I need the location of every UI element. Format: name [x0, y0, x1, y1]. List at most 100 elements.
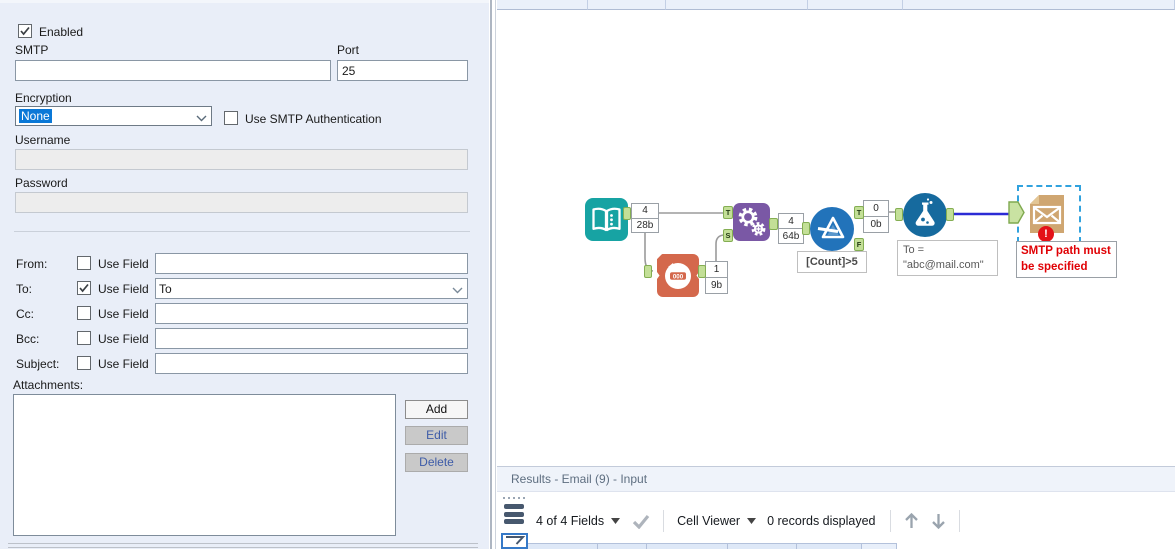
data-size: 0b — [870, 219, 882, 230]
attachments-listbox[interactable] — [13, 394, 396, 536]
email-input-anchor[interactable] — [1008, 201, 1025, 224]
attachments-label: Attachments: — [13, 378, 84, 392]
bcc-label: Bcc: — [16, 332, 40, 346]
cc-input[interactable] — [155, 303, 468, 324]
panel-canvas-splitter[interactable] — [490, 0, 492, 549]
subject-label: Subject: — [16, 357, 60, 371]
record-count-box: 4 64b — [778, 213, 804, 244]
use-smtp-auth-checkbox[interactable] — [224, 111, 238, 125]
use-smtp-auth-label: Use SMTP Authentication — [245, 112, 382, 126]
text-input-icon — [592, 207, 621, 232]
cc-label: Cc: — [16, 307, 34, 321]
to-field-dropdown[interactable]: To — [155, 278, 468, 299]
encryption-dropdown[interactable]: None — [15, 106, 212, 126]
results-title-bar[interactable]: Results - Email (9) - Input — [497, 466, 1175, 492]
enabled-checkbox[interactable] — [18, 24, 32, 38]
apply-check-icon[interactable] — [632, 514, 650, 529]
caret-down-icon[interactable] — [747, 518, 757, 524]
output-anchor[interactable] — [623, 207, 631, 220]
arrow-up-icon[interactable] — [903, 512, 920, 530]
smtp-input[interactable] — [15, 60, 331, 81]
caret-down-icon[interactable] — [611, 518, 621, 524]
encryption-selected-value: None — [19, 109, 52, 123]
append-fields-icon — [738, 207, 766, 236]
port-input[interactable] — [337, 60, 468, 81]
cc-use-field-checkbox[interactable] — [77, 306, 91, 320]
enabled-label: Enabled — [39, 25, 84, 39]
subject-use-field-checkbox[interactable] — [77, 356, 91, 370]
record-count: 1 — [706, 262, 727, 278]
from-input[interactable] — [155, 253, 468, 274]
input-anchor-source[interactable]: S — [723, 229, 733, 242]
filter-icon — [817, 216, 845, 239]
to-use-field-checkbox[interactable] — [77, 281, 91, 295]
toolbar-separator — [663, 510, 665, 532]
from-use-field-checkbox[interactable] — [77, 256, 91, 270]
to-use-field-label: Use Field — [98, 282, 149, 296]
grid-header-cell — [797, 543, 862, 549]
filter-view-button[interactable] — [501, 533, 528, 549]
encryption-label: Encryption — [15, 91, 72, 105]
arrow-down-icon[interactable] — [930, 512, 947, 530]
chevron-down-icon — [452, 283, 463, 297]
data-size: 28b — [636, 219, 654, 231]
check-icon — [20, 26, 30, 36]
record-count-box: 4 28b — [631, 203, 659, 233]
data-size: 64b — [782, 230, 800, 242]
text-input-tool[interactable] — [585, 198, 628, 241]
edit-button[interactable]: Edit — [405, 426, 468, 445]
bcc-input[interactable] — [155, 328, 468, 349]
cell-viewer-dropdown[interactable]: Cell Viewer — [677, 514, 740, 528]
row-view-icon[interactable] — [504, 504, 526, 530]
bcc-use-field-checkbox[interactable] — [77, 331, 91, 345]
input-anchor[interactable] — [802, 222, 810, 235]
error-message-box: SMTP path must be specified — [1016, 241, 1117, 278]
output-anchor-true[interactable]: T — [854, 206, 864, 219]
to-label: To: — [16, 282, 33, 296]
port-label: Port — [337, 43, 360, 57]
data-size: 9b — [710, 280, 723, 291]
output-anchor-false[interactable]: F — [854, 238, 864, 251]
append-fields-tool[interactable] — [733, 203, 770, 241]
output-anchor[interactable] — [946, 208, 954, 221]
results-toolbar: 4 of 4 Fields Cell Viewer 0 records disp… — [536, 506, 960, 536]
output-anchor[interactable] — [698, 265, 706, 278]
count-records-tool[interactable]: 000 — [657, 254, 699, 297]
add-button[interactable]: Add — [405, 400, 468, 419]
error-line2: be specified — [1021, 261, 1088, 273]
formula-annotation-line2: "abc@mail.com" — [903, 259, 984, 271]
filter-tool[interactable] — [810, 207, 854, 251]
input-anchor[interactable] — [895, 208, 903, 221]
error-line1: SMTP path must — [1021, 245, 1111, 257]
formula-icon — [915, 198, 935, 226]
input-anchor[interactable] — [644, 265, 652, 278]
results-grid-header — [528, 543, 897, 549]
output-anchor[interactable] — [769, 218, 778, 230]
record-count-box: 1 9b — [705, 261, 728, 294]
count-records-icon: 000 — [665, 263, 691, 289]
workflow-canvas[interactable]: 4 28b 1 9b 4 64b 0 0b 000 ! T S T F [Cou… — [497, 0, 1175, 465]
results-body: 4 of 4 Fields Cell Viewer 0 records disp… — [497, 492, 1175, 549]
bcc-use-field-label: Use Field — [98, 332, 149, 346]
grid-header-cell — [598, 543, 647, 549]
formula-tool[interactable] — [903, 193, 947, 237]
formula-annotation-line1: To = — [903, 244, 925, 256]
input-anchor-target[interactable]: T — [723, 206, 733, 219]
fields-dropdown[interactable]: 4 of 4 Fields — [536, 514, 604, 528]
cc-use-field-label: Use Field — [98, 307, 149, 321]
email-tool-config-panel: Enabled SMTP Port Encryption None Use SM… — [0, 0, 489, 549]
alteryx-designer-screen: Enabled SMTP Port Encryption None Use SM… — [0, 0, 1175, 549]
delete-button[interactable]: Delete — [405, 453, 468, 472]
check-icon — [79, 283, 89, 293]
error-badge-icon: ! — [1038, 226, 1054, 242]
record-count: 4 — [779, 214, 803, 229]
drag-handle-icon[interactable] — [503, 497, 525, 499]
to-selected-value: To — [159, 281, 172, 296]
panel-splitter-handle[interactable] — [8, 543, 478, 548]
from-use-field-label: Use Field — [98, 257, 149, 271]
formula-annotation[interactable]: To = "abc@mail.com" — [897, 240, 998, 276]
subject-input[interactable] — [155, 353, 468, 374]
username-input — [15, 149, 468, 170]
filter-annotation[interactable]: [Count]>5 — [797, 251, 867, 273]
from-label: From: — [16, 257, 48, 271]
